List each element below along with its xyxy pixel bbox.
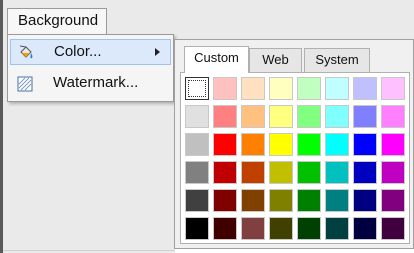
color-swatch[interactable] bbox=[269, 105, 293, 128]
color-swatch[interactable] bbox=[381, 105, 405, 128]
tab-custom[interactable]: Custom bbox=[184, 46, 249, 73]
color-swatch[interactable] bbox=[241, 133, 265, 156]
color-swatch[interactable] bbox=[185, 217, 209, 240]
menu-item-watermark[interactable]: Watermark... bbox=[10, 71, 171, 97]
color-swatch[interactable] bbox=[353, 105, 377, 128]
watermark-icon bbox=[16, 75, 34, 93]
color-swatch[interactable] bbox=[241, 105, 265, 128]
color-swatch[interactable] bbox=[269, 217, 293, 240]
color-swatch[interactable] bbox=[185, 189, 209, 212]
color-swatch[interactable] bbox=[269, 77, 293, 100]
color-swatch[interactable] bbox=[325, 161, 349, 184]
application-window: Background Color... Watermark... Custom … bbox=[0, 0, 414, 253]
color-swatch[interactable] bbox=[241, 161, 265, 184]
color-swatch[interactable] bbox=[213, 133, 237, 156]
color-swatch[interactable] bbox=[381, 217, 405, 240]
menu-item-color-label: Color... bbox=[54, 43, 102, 60]
color-swatch[interactable] bbox=[269, 189, 293, 212]
color-swatch[interactable] bbox=[325, 217, 349, 240]
color-swatch[interactable] bbox=[241, 77, 265, 100]
color-swatch[interactable] bbox=[325, 77, 349, 100]
color-swatch[interactable] bbox=[325, 189, 349, 212]
color-swatch[interactable] bbox=[353, 161, 377, 184]
color-swatch[interactable] bbox=[213, 217, 237, 240]
color-swatch[interactable] bbox=[185, 77, 209, 100]
menu-item-color[interactable]: Color... bbox=[10, 39, 171, 65]
color-swatch[interactable] bbox=[353, 217, 377, 240]
color-swatch[interactable] bbox=[353, 133, 377, 156]
color-swatch[interactable] bbox=[297, 105, 321, 128]
tab-web[interactable]: Web bbox=[249, 48, 302, 72]
background-menu-button[interactable]: Background bbox=[7, 8, 107, 34]
color-swatch[interactable] bbox=[185, 161, 209, 184]
custom-color-panel bbox=[180, 72, 410, 244]
color-swatch[interactable] bbox=[213, 161, 237, 184]
background-dropdown-menu: Color... Watermark... bbox=[7, 34, 174, 102]
color-swatch[interactable] bbox=[185, 133, 209, 156]
color-swatch[interactable] bbox=[325, 105, 349, 128]
color-swatch[interactable] bbox=[269, 161, 293, 184]
color-swatch[interactable] bbox=[213, 189, 237, 212]
color-swatch[interactable] bbox=[241, 189, 265, 212]
color-swatch[interactable] bbox=[381, 189, 405, 212]
color-swatch[interactable] bbox=[297, 189, 321, 212]
color-swatch[interactable] bbox=[213, 77, 237, 100]
color-swatch[interactable] bbox=[213, 105, 237, 128]
menu-item-watermark-label: Watermark... bbox=[53, 74, 139, 91]
divider bbox=[3, 250, 175, 251]
color-swatch[interactable] bbox=[185, 105, 209, 128]
color-swatch[interactable] bbox=[353, 77, 377, 100]
color-picker-panel: Custom Web System bbox=[174, 39, 414, 249]
color-swatch[interactable] bbox=[381, 161, 405, 184]
color-swatch[interactable] bbox=[241, 217, 265, 240]
paint-bucket-icon bbox=[17, 44, 35, 62]
tab-system[interactable]: System bbox=[304, 48, 370, 72]
color-swatch[interactable] bbox=[353, 189, 377, 212]
color-swatch[interactable] bbox=[381, 77, 405, 100]
color-swatch[interactable] bbox=[381, 133, 405, 156]
color-swatch[interactable] bbox=[325, 133, 349, 156]
color-swatch[interactable] bbox=[297, 217, 321, 240]
color-swatch[interactable] bbox=[297, 133, 321, 156]
color-swatch[interactable] bbox=[297, 161, 321, 184]
color-swatch[interactable] bbox=[297, 77, 321, 100]
color-swatch[interactable] bbox=[269, 133, 293, 156]
submenu-arrow-icon bbox=[155, 48, 160, 56]
